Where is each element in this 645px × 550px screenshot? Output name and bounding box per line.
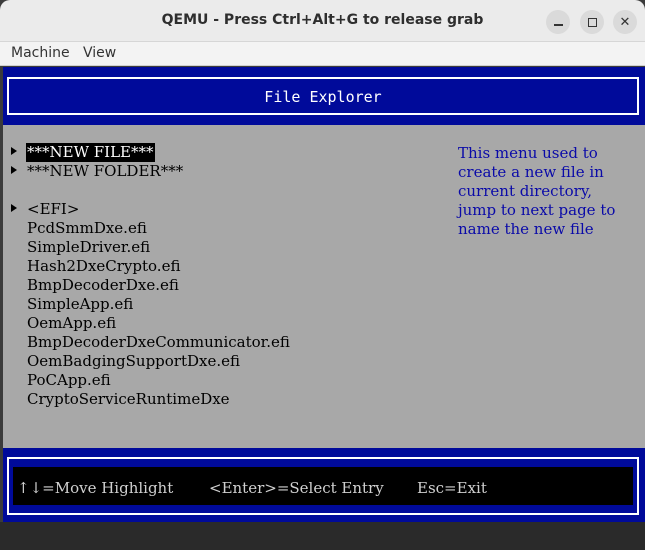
- list-item-label: ***NEW FOLDER***: [27, 162, 184, 180]
- hint-exit: Esc=Exit: [417, 479, 487, 497]
- minimize-button[interactable]: [546, 10, 570, 34]
- title-bar[interactable]: QEMU - Press Ctrl+Alt+G to release grab …: [0, 0, 645, 42]
- help-text: This menu used to create a new file in c…: [458, 144, 616, 238]
- hint-move-highlight: ↑↓=Move Highlight: [17, 479, 174, 497]
- list-item-label: Hash2DxeCrypto.efi: [27, 257, 181, 275]
- triangle-right-icon: [11, 166, 17, 174]
- close-button[interactable]: ✕: [613, 10, 637, 34]
- list-item-label: BmpDecoderDxe.efi: [27, 276, 179, 294]
- minimize-icon: [553, 24, 563, 26]
- list-item-label: PoCApp.efi: [27, 371, 111, 389]
- guest-screen[interactable]: File Explorer ***NEW FILE*** ***NEW FOLDE…: [3, 67, 645, 522]
- footer-frame: ↑↓=Move Highlight <Enter>=Select Entry E…: [7, 457, 639, 515]
- menu-bar: Machine View: [0, 42, 645, 66]
- list-item-label: SimpleDriver.efi: [27, 238, 151, 256]
- maximize-button[interactable]: [580, 10, 604, 34]
- close-icon: ✕: [619, 14, 631, 30]
- list-item-label: PcdSmmDxe.efi: [27, 219, 147, 237]
- triangle-right-icon: [11, 147, 17, 155]
- menu-machine[interactable]: Machine: [11, 45, 70, 61]
- menu-view[interactable]: View: [83, 45, 116, 61]
- list-item-label: BmpDecoderDxeCommunicator.efi: [27, 333, 290, 351]
- list-item-label: <EFI>: [27, 200, 80, 218]
- desktop-background: [0, 522, 645, 550]
- list-item-label: OemApp.efi: [27, 314, 117, 332]
- header-band: File Explorer: [3, 67, 645, 125]
- hint-select-entry: <Enter>=Select Entry: [209, 479, 384, 497]
- qemu-window: QEMU - Press Ctrl+Alt+G to release grab …: [0, 0, 645, 550]
- content-area: ***NEW FILE*** ***NEW FOLDER*** <EFI> PcdSm…: [3, 125, 645, 448]
- header-frame: File Explorer: [7, 77, 639, 115]
- page-title: File Explorer: [264, 88, 382, 106]
- triangle-right-icon: [11, 204, 17, 212]
- list-item-label: CryptoServiceRuntimeDxe: [27, 390, 230, 408]
- footer-band: ↑↓=Move Highlight <Enter>=Select Entry E…: [3, 448, 645, 522]
- list-item-label: OemBadgingSupportDxe.efi: [27, 352, 241, 370]
- list-item-label: SimpleApp.efi: [27, 295, 134, 313]
- maximize-icon: [587, 17, 597, 27]
- list-item-label: ***NEW FILE***: [26, 143, 155, 162]
